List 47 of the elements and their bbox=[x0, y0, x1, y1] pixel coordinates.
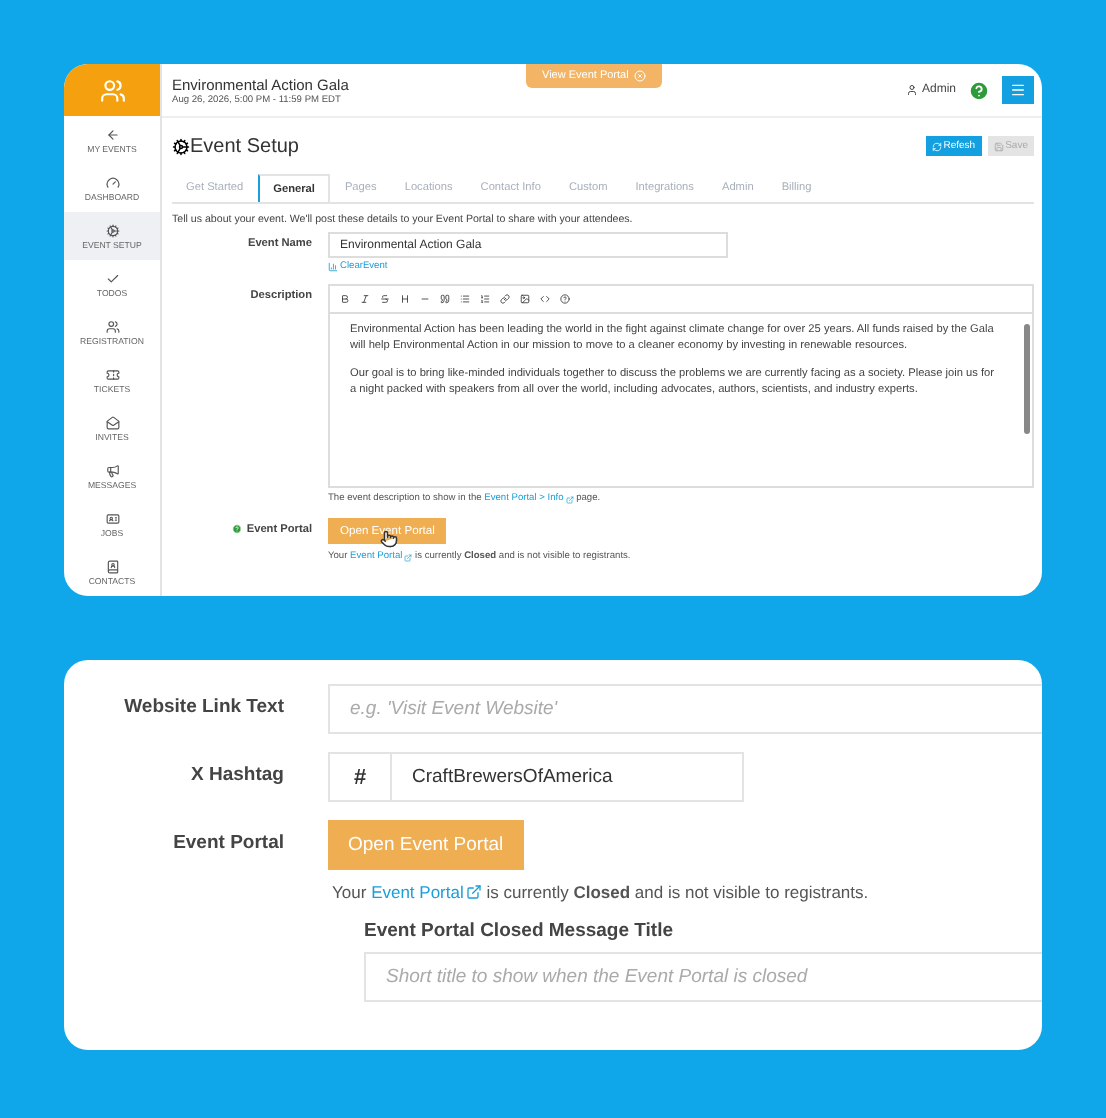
external-link-icon bbox=[465, 884, 482, 900]
field-label: Event Portal bbox=[171, 830, 284, 854]
heading-icon[interactable] bbox=[400, 294, 410, 304]
envelope-icon bbox=[105, 415, 119, 429]
contact-book-icon bbox=[105, 559, 119, 573]
save-icon bbox=[993, 141, 1004, 151]
horizontal-rule-icon[interactable] bbox=[420, 294, 430, 304]
gear-icon bbox=[172, 137, 190, 155]
strikethrough-icon[interactable] bbox=[380, 294, 390, 304]
arrow-left-icon bbox=[105, 127, 119, 141]
event-portal-link[interactable]: Event Portal bbox=[371, 882, 482, 902]
gauge-icon bbox=[105, 175, 119, 189]
portal-status-text: Your Event Portal is currently Closed and is not visible to registrants. bbox=[332, 882, 871, 902]
menu-icon bbox=[1010, 82, 1026, 98]
external-link-icon bbox=[404, 553, 413, 561]
link-icon[interactable] bbox=[500, 294, 510, 304]
open-portal-button[interactable]: Open Event Portal bbox=[328, 820, 524, 870]
page-title: Event Setup bbox=[190, 135, 299, 157]
closed-title-field[interactable]: Short title to show when the Event Portal is closed bbox=[364, 952, 1042, 1002]
refresh-icon bbox=[931, 141, 942, 151]
bold-icon[interactable] bbox=[340, 294, 350, 304]
logo-icon bbox=[99, 77, 125, 103]
external-link-icon bbox=[565, 495, 574, 503]
numbered-list-icon[interactable] bbox=[480, 294, 490, 304]
circle-x-icon bbox=[634, 70, 647, 82]
field-label: Website Link Text bbox=[122, 694, 284, 718]
id-card-icon bbox=[105, 511, 119, 525]
user-icon bbox=[905, 84, 918, 96]
bullet-list-icon[interactable] bbox=[460, 294, 470, 304]
bar-chart-icon bbox=[328, 262, 338, 272]
image-icon[interactable] bbox=[520, 294, 530, 304]
description-editor[interactable] bbox=[328, 284, 1034, 488]
menu-button[interactable] bbox=[1002, 76, 1034, 104]
code-icon[interactable] bbox=[540, 294, 550, 304]
ticket-icon bbox=[105, 367, 119, 381]
field-label: X Hashtag bbox=[189, 762, 284, 786]
hashtag-field[interactable]: # CraftBrewersOfAmerica bbox=[328, 752, 744, 802]
help-icon[interactable] bbox=[560, 294, 570, 304]
people-icon bbox=[105, 319, 119, 333]
check-icon bbox=[105, 271, 119, 285]
quote-icon[interactable] bbox=[440, 294, 450, 304]
gear-icon bbox=[105, 223, 119, 237]
italic-icon[interactable] bbox=[360, 294, 370, 304]
megaphone-icon bbox=[105, 463, 119, 477]
hand-cursor-icon bbox=[380, 530, 398, 548]
website-link-field[interactable]: e.g. 'Visit Event Website' bbox=[328, 684, 1042, 734]
field-label: Event Portal Closed Message Title bbox=[364, 920, 676, 942]
